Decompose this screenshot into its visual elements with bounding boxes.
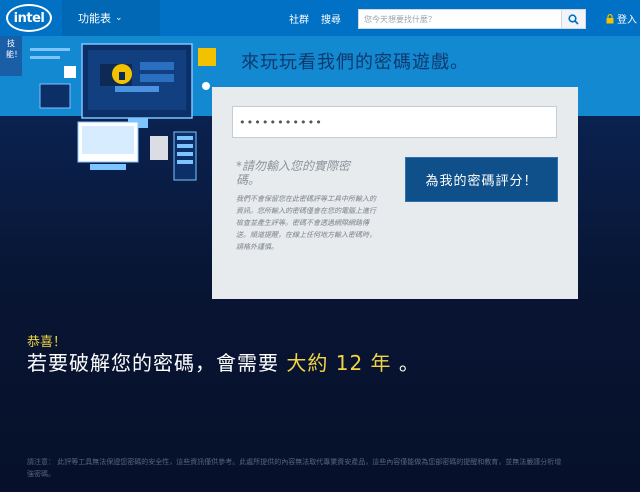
computer-illustration: [30, 43, 216, 181]
crack-time-result: 若要破解您的密碼，會需要 大約 12 年 。: [27, 347, 420, 376]
search-link[interactable]: 搜尋: [321, 11, 341, 26]
page-title: 來玩玩看我們的密碼遊戲。: [241, 52, 469, 73]
search-box: [358, 9, 586, 29]
search-button[interactable]: [561, 10, 585, 28]
community-link[interactable]: 社群: [289, 11, 309, 26]
result-prefix: 若要破解您的密碼，會需要: [27, 351, 279, 375]
chevron-down-icon: ⌄: [115, 13, 123, 23]
login-label: 登入: [617, 15, 637, 26]
menu-label: 功能表: [78, 12, 111, 25]
intel-logo[interactable]: intel: [6, 4, 52, 32]
password-card: *請勿輸入您的實際密碼。 我們不會保留您在此密碼評等工具中所輸入的資訊。您所輸入…: [212, 87, 578, 299]
rate-password-button[interactable]: 為我的密碼評分！: [405, 157, 558, 202]
search-input[interactable]: [359, 10, 561, 28]
result-suffix: 。: [398, 351, 420, 375]
lock-icon: [606, 13, 614, 23]
login-link[interactable]: 登入: [606, 11, 637, 26]
side-tab[interactable]: 技能！: [0, 36, 22, 76]
warning-title: *請勿輸入您的實際密碼。: [236, 159, 351, 187]
side-tab-label: 技能！: [6, 39, 22, 59]
menu-button[interactable]: 功能表 ⌄: [62, 0, 160, 36]
result-highlight: 大約 12 年: [286, 351, 392, 375]
warning-body: 我們不會保留您在此密碼評等工具中所輸入的資訊。您所輸入的密碼僅會在您的電腦上進行…: [236, 195, 376, 251]
logo-text: intel: [13, 10, 45, 26]
search-icon: [568, 13, 579, 25]
top-navigation: intel 功能表 ⌄ 社群 搜尋 登入: [0, 0, 640, 36]
disclaimer: 請注意： 此評等工具無法保證您密碼的安全性，這些資訊僅供參考。此處所提供的內容無…: [27, 458, 562, 478]
password-input[interactable]: [232, 106, 557, 138]
